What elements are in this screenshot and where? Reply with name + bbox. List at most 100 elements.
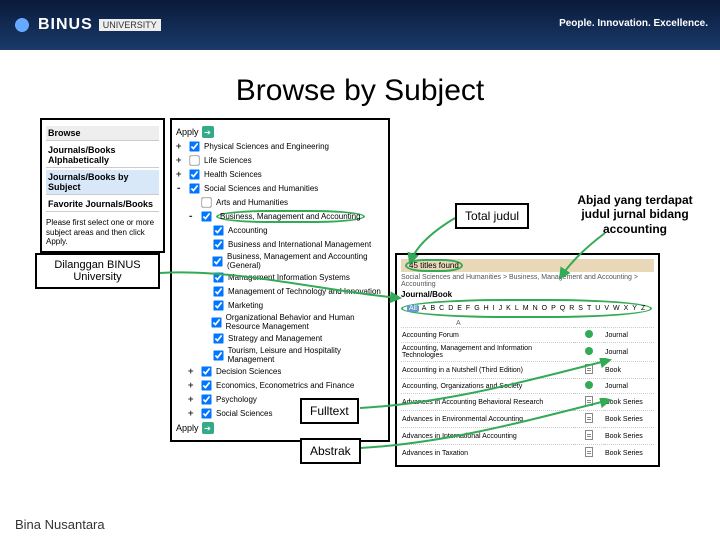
subject-row[interactable]: Business and International Management (200, 238, 384, 251)
alpha-filter[interactable]: AllABCDEFGHIJKLMNOPQRSTUVWXYZ (407, 305, 646, 312)
subject-row[interactable]: Management Information Systems (200, 271, 384, 284)
subject-row[interactable]: Arts and Humanities (188, 196, 384, 209)
instruction-note: Please first select one or more subject … (46, 218, 159, 247)
table-row[interactable]: Advances in Environmental AccountingBook… (401, 411, 654, 428)
subject-checkbox[interactable] (201, 394, 211, 404)
alpha-letter[interactable]: T (586, 305, 592, 312)
subject-row[interactable]: Organizational Behavior and Human Resour… (200, 313, 384, 331)
alpha-letter[interactable]: E (456, 305, 463, 312)
alpha-letter[interactable]: S (577, 305, 584, 312)
alpha-letter[interactable]: I (492, 305, 496, 312)
subject-checkbox[interactable] (213, 272, 223, 282)
subject-checkbox[interactable] (201, 197, 211, 207)
alpha-letter[interactable]: Y (631, 305, 638, 312)
subject-label: Marketing (228, 301, 263, 310)
subject-row[interactable]: +Health Sciences (176, 168, 384, 181)
alpha-letter[interactable]: A (421, 305, 428, 312)
subject-label: Decision Sciences (216, 367, 281, 376)
apply-button-top[interactable]: Apply ➔ (176, 126, 384, 138)
toggle-icon[interactable]: + (188, 367, 197, 377)
subject-checkbox[interactable] (201, 211, 211, 221)
subject-row[interactable]: -Social Sciences and Humanities (176, 182, 384, 195)
subject-tree-panel: Apply ➔ + Physical Sciences and Engineeri… (170, 118, 390, 442)
alpha-letter[interactable]: X (623, 305, 630, 312)
subject-checkbox[interactable] (213, 286, 223, 296)
subject-row[interactable]: Marketing (200, 299, 384, 312)
alpha-letter[interactable]: N (532, 305, 539, 312)
title-cell: Advances in Taxation (401, 445, 574, 462)
subject-row[interactable]: + Decision Sciences (188, 365, 384, 378)
toggle-icon[interactable]: + (176, 170, 185, 180)
subject-checkbox[interactable] (213, 300, 223, 310)
toggle-icon[interactable]: + (188, 395, 197, 405)
subject-checkbox[interactable] (213, 225, 223, 235)
alpha-letter[interactable]: H (483, 305, 490, 312)
table-row[interactable]: Accounting, Management and Information T… (401, 343, 654, 362)
toggle-icon[interactable]: + (176, 142, 185, 152)
subject-checkbox[interactable] (213, 239, 223, 249)
type-cell: Journal (604, 379, 654, 394)
subject-checkbox[interactable] (189, 141, 199, 151)
subject-checkbox[interactable] (212, 256, 222, 266)
browse-item[interactable]: Journals/Books Alphabetically (46, 143, 159, 168)
subject-row[interactable]: Business, Management and Accounting (Gen… (200, 252, 384, 270)
subject-row[interactable]: Management of Technology and Innovation (200, 285, 384, 298)
browse-item[interactable]: Favorite Journals/Books (46, 197, 159, 212)
browse-panel: Browse Journals/Books Alphabetically Jou… (40, 118, 165, 253)
subject-checkbox[interactable] (189, 169, 199, 179)
browse-item[interactable]: Journals/Books by Subject (46, 170, 159, 195)
subject-row[interactable]: -Business, Management and Accounting (188, 210, 384, 223)
subject-checkbox[interactable] (201, 380, 211, 390)
table-row[interactable]: Accounting in a Nutshell (Third Edition)… (401, 362, 654, 379)
alpha-letter[interactable]: J (498, 305, 504, 312)
toggle-icon[interactable]: - (188, 212, 197, 222)
subject-checkbox[interactable] (201, 408, 211, 418)
toggle-icon[interactable]: - (176, 184, 185, 194)
subject-row[interactable]: +Life Sciences (176, 154, 384, 167)
table-row[interactable]: Advances in International AccountingBook… (401, 428, 654, 445)
title-cell: Accounting Forum (401, 328, 574, 343)
subject-label: Physical Sciences and Engineering (204, 142, 329, 151)
alpha-letter[interactable]: L (514, 305, 520, 312)
table-row[interactable]: Accounting, Organizations and SocietyJou… (401, 379, 654, 394)
alpha-letter[interactable]: O (541, 305, 548, 312)
subject-checkbox[interactable] (211, 317, 221, 327)
alpha-letter[interactable]: K (505, 305, 512, 312)
table-row[interactable]: Accounting ForumJournal (401, 328, 654, 343)
alpha-letter[interactable]: D (447, 305, 454, 312)
table-row[interactable]: Advances in Accounting Behavioral Resear… (401, 394, 654, 411)
subject-row[interactable]: Strategy and Management (200, 332, 384, 345)
alpha-letter[interactable]: Z (640, 305, 646, 312)
subject-checkbox[interactable] (213, 350, 223, 360)
alpha-all[interactable]: All (407, 305, 419, 312)
alpha-letter[interactable]: F (465, 305, 471, 312)
toggle-icon[interactable]: + (188, 409, 197, 419)
subject-row[interactable]: +Economics, Econometrics and Finance (188, 379, 384, 392)
subject-row[interactable]: + Physical Sciences and Engineering (176, 140, 384, 153)
toggle-icon[interactable]: + (188, 381, 197, 391)
alpha-letter[interactable]: B (429, 305, 436, 312)
footer-text: Bina Nusantara (15, 517, 105, 532)
alpha-letter[interactable]: Q (559, 305, 566, 312)
subject-row[interactable]: Tourism, Leisure and Hospitality Managem… (200, 346, 384, 364)
alpha-letter[interactable]: P (550, 305, 557, 312)
toggle-icon[interactable]: + (176, 156, 185, 166)
alpha-letter[interactable]: V (603, 305, 610, 312)
subject-checkbox[interactable] (189, 155, 199, 165)
alpha-letter[interactable]: R (568, 305, 575, 312)
subject-row[interactable]: Accounting (200, 224, 384, 237)
subject-checkbox[interactable] (213, 333, 223, 343)
alpha-letter[interactable]: G (473, 305, 480, 312)
alpha-letter[interactable]: M (522, 305, 530, 312)
title-cell: Accounting in a Nutshell (Third Edition) (401, 362, 574, 379)
title-cell: Accounting, Management and Information T… (401, 343, 574, 362)
alpha-letter[interactable]: C (438, 305, 445, 312)
subject-checkbox[interactable] (201, 366, 211, 376)
table-row[interactable]: Advances in TaxationBook Series (401, 445, 654, 462)
browse-title: Browse (46, 126, 159, 141)
alpha-letter[interactable]: W (612, 305, 621, 312)
alpha-letter[interactable]: U (594, 305, 601, 312)
subject-label: Strategy and Management (228, 334, 322, 343)
subject-checkbox[interactable] (189, 183, 199, 193)
title-cell: Advances in International Accounting (401, 428, 574, 445)
